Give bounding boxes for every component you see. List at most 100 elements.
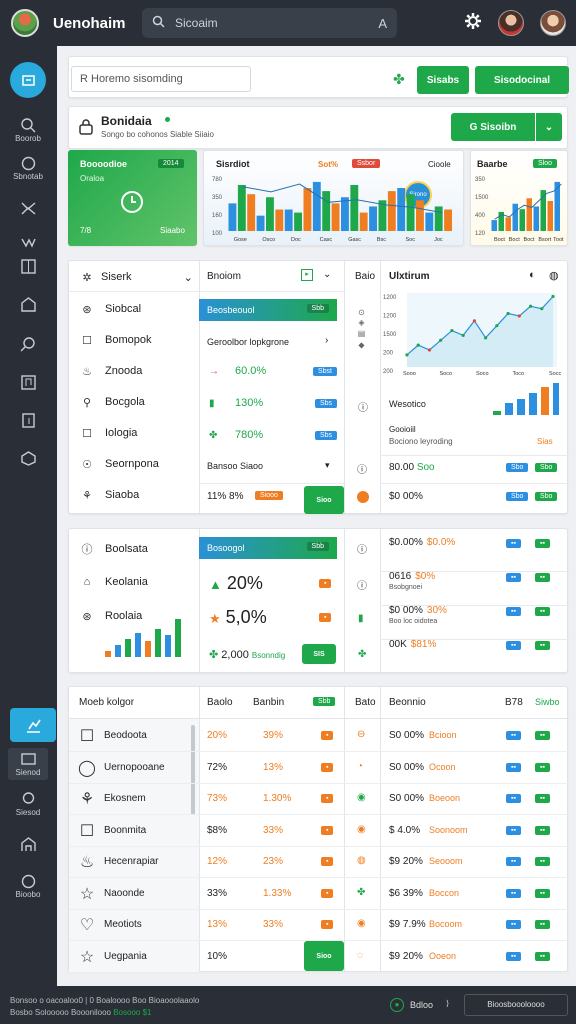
select-chevron-icon[interactable]: ▾ [325, 460, 330, 471]
table-row[interactable]: ☆ Uegpania 10% $9 20% Ooeon ▪▪ ▪▪ ◌ [69, 942, 569, 973]
footer-line2-value: Bosooo $1 [113, 1008, 152, 1017]
table-row[interactable]: ◯ Uernopooane 72% 13% ▪ S0 00% Ocoon ▪▪ ▪▪ ◔ [69, 753, 569, 784]
detail-row[interactable]: ▮ 130% Sbs [209, 397, 337, 409]
x-tick-label: Boct [524, 237, 535, 243]
x-tick-label: Sooo [403, 371, 416, 377]
primary-button[interactable]: Sisabs [417, 66, 469, 94]
action-button[interactable]: G Sisoibn [451, 113, 535, 141]
search-bar[interactable]: Sicoaim A [142, 8, 397, 38]
row-tag-blue: ▪▪ [506, 920, 521, 929]
detail-highlight-bar[interactable]: Beosbeouol Sbb [199, 299, 337, 321]
secondary-button[interactable]: Sisodocinal [475, 66, 569, 94]
detail-row[interactable]: ✤ 780% Sbs [209, 429, 337, 441]
star-icon: ★ [209, 611, 221, 626]
sidebar-item-home[interactable] [8, 288, 48, 320]
sidebar-item-account[interactable]: Bioobo [8, 870, 48, 902]
table-header-r1[interactable]: B78 [505, 697, 523, 708]
sidebar-item-hex[interactable] [8, 442, 48, 474]
kpi-item-1[interactable]: ⓘ Boolsata [79, 541, 148, 557]
refresh-icon[interactable]: ◐ [529, 269, 536, 281]
chart-bar [425, 212, 434, 231]
kpi-small-button[interactable]: SIS [302, 644, 336, 664]
detail-dropdown[interactable]: Geroolbor lopkgrone [207, 337, 289, 347]
kpi-right-row[interactable]: 00K $81% ▪▪ ▪▪ [389, 639, 565, 671]
x-tick-label: Gasc [348, 237, 361, 243]
filter-panel-header[interactable]: ✲ Siserk ⌄ [79, 269, 192, 285]
sidebar-home-button[interactable] [10, 62, 46, 98]
app-logo[interactable] [11, 9, 39, 37]
table-header-col3[interactable]: Bato [355, 697, 376, 708]
detail-row-tag: Sbs [314, 430, 337, 440]
table-row[interactable]: ☆ Naoonde 33% 1.33% ▪ $6 39% Boccon ▪▪ ▪▪ ✤ [69, 879, 569, 910]
filter-item[interactable]: ⊛ Siobcal [79, 301, 141, 317]
sidebar-item-building[interactable] [8, 828, 48, 860]
sidebar-item-profile[interactable]: Siesod [8, 788, 48, 820]
detail-row[interactable]: → 60.0% Sbst [209, 365, 337, 377]
sidebar-item-reports[interactable]: Sienod [8, 748, 48, 780]
sidebar-item-search2[interactable] [8, 328, 48, 360]
sidebar-item-docs[interactable] [8, 404, 48, 436]
chevron-right-icon[interactable]: › [325, 335, 328, 346]
sidebar-item-tools[interactable] [8, 192, 48, 224]
filter-item[interactable]: ☉ Seornpona [79, 456, 159, 472]
filter-input[interactable]: R Horemo sisomding [71, 66, 251, 92]
table-header-col1[interactable]: Baolo [207, 697, 233, 708]
y-tick-label: 100 [212, 231, 223, 237]
table-row[interactable]: ♡ Meotiots 13% 33% ▪ $9 7.9% Bocoom ▪▪ ▪▪ ◉ [69, 910, 569, 941]
filter-item[interactable]: ☐ Iologia [79, 425, 137, 441]
more-icon[interactable]: ◍ [549, 269, 559, 282]
leaf-icon[interactable]: ✤ [393, 71, 405, 88]
user-icon [22, 792, 34, 804]
table-row[interactable]: ☐ Beodoota 20% 39% ▪ S0 00% Bcioon ▪▪ ▪▪ ⊖ [69, 721, 569, 752]
kpi-right-row[interactable]: 0616 $0% Bsobgnoei ▪▪ ▪▪ [389, 571, 565, 603]
chart-bar [350, 184, 359, 231]
user-avatar[interactable] [498, 10, 524, 36]
x-tick-label: Boct [494, 237, 505, 243]
table-header-button[interactable]: Sbb [313, 697, 336, 706]
detail-footer-button[interactable]: Sioo [304, 486, 344, 514]
action-dropdown-chevron-icon[interactable]: ⌄ [536, 113, 562, 141]
filter-item[interactable]: ☐ Bomopok [79, 332, 151, 348]
summary-mini-card[interactable]: Baarbe Sloo 350 1500 400 120 Boct Boct Boct Bso… [470, 150, 568, 246]
table-row[interactable]: ♨ Hecenrapiar 12% 23% ▪ $9 20% Seooom ▪▪ ▪▪ ◍ [69, 847, 569, 878]
table-header-name[interactable]: Moeb kolgor [79, 697, 134, 708]
row-label: Ocoon [429, 761, 456, 772]
summary-chart-card[interactable]: Sisrdiot Sot% Ssbor Cioole Sirono 780 350… [203, 150, 464, 246]
kpi-right-row[interactable]: $0 00% 30% Boo loc oidotea ▪▪ ▪▪ [389, 605, 565, 637]
leaf-icon: ✤ [358, 649, 367, 660]
kpi-right-row[interactable]: $0.00% $0.0% ▪▪ ▪▪ [389, 537, 565, 569]
kpi-highlight-bar[interactable]: Bosoogol Sbb [199, 537, 337, 559]
table-header-col2[interactable]: Banbin [253, 697, 284, 708]
detail-chevron-icon[interactable]: ⌄ [323, 269, 331, 280]
row-tag: ▪ [321, 825, 334, 835]
profile-avatar[interactable] [540, 10, 566, 36]
filter-item[interactable]: ⚲ Bocgola [79, 394, 145, 410]
x-tick-label: Bsort [538, 237, 551, 243]
row-value: $ 4.0% [389, 824, 421, 836]
detail-select[interactable]: Bansoo Siaoo [207, 461, 263, 471]
y-tick-label: 200 [383, 351, 394, 357]
x-tick-label: Boct [509, 237, 520, 243]
sidebar-item-messages[interactable]: Sbnotab [8, 152, 48, 184]
row-name: Uernopooane [104, 761, 165, 773]
sidebar-item-search[interactable]: Boorob [8, 114, 48, 146]
summary-card-green[interactable]: Boooodioe 2014 Oraloa 7/8 Siaabo [68, 150, 197, 246]
table-header-col4[interactable]: Beonnio [389, 697, 426, 708]
chart-card-menu[interactable]: Cioole [428, 160, 451, 169]
kpi-panel: ⓘ Boolsata ⌂ Keolania ⊛ Roolaia Bosoogol Sbb… [68, 528, 569, 674]
detail-row-value: 60.0% [235, 365, 267, 377]
table-row[interactable]: ⚘ Ekosnem 73% 1.30% ▪ S0 00% Boeoon ▪▪ ▪▪ ◉ [69, 784, 569, 815]
kpi-item-2[interactable]: ⌂ Keolania [79, 574, 148, 590]
table-row[interactable]: ☐ Boonmita $8% 33% ▪ $ 4.0% Soonoom ▪▪ ▪▪ ◉ [69, 816, 569, 847]
filter-item[interactable]: ♨ Znooda [79, 363, 142, 379]
detail-toggle-icon[interactable]: ▸ [301, 269, 313, 281]
sidebar-label: Sienod [15, 768, 41, 777]
table-header-r2[interactable]: Siwbo [535, 697, 560, 707]
settings-gear-icon[interactable] [464, 12, 482, 35]
sidebar-item-grid[interactable] [8, 250, 48, 282]
footer-button[interactable]: Bioosboooloooo [464, 994, 568, 1016]
filter-item[interactable]: ⚘ Siaoba [79, 487, 139, 503]
sidebar-item-music[interactable] [8, 366, 48, 398]
sidebar-item-charts[interactable] [10, 708, 56, 742]
stats-icon [20, 237, 36, 248]
